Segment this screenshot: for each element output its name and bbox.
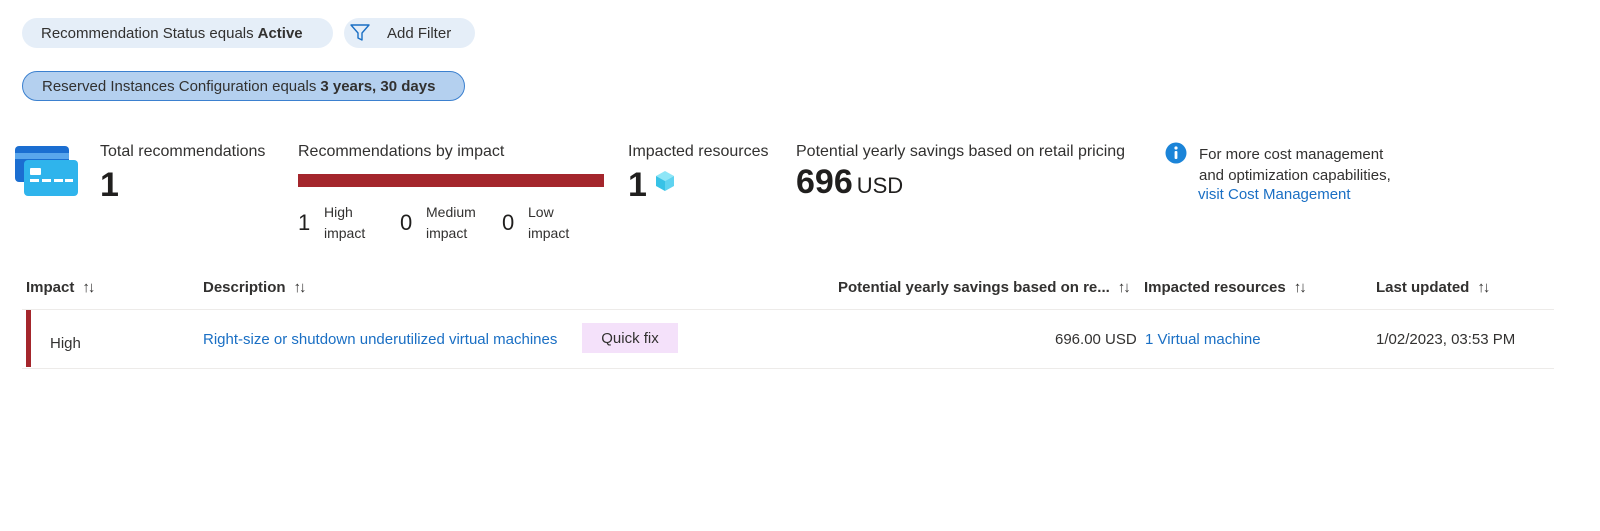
filter-icon [349, 23, 371, 43]
column-header-impact-label: Impact [26, 279, 75, 296]
filter-pill-reserved-instances[interactable]: Reserved Instances Configuration equals … [22, 71, 465, 101]
column-header-impact[interactable]: Impact ↑↓ [26, 279, 95, 296]
table-row-divider [22, 368, 1554, 369]
impacted-resources-label: Impacted resources [628, 143, 769, 160]
row-impacted-resources-link[interactable]: 1 Virtual machine [1145, 331, 1261, 348]
column-header-description-label: Description [203, 279, 286, 296]
high-impact-label: High impact [324, 204, 366, 241]
savings-unit: USD [856, 173, 904, 198]
medium-impact-label: Medium impact [426, 204, 476, 241]
column-header-last-updated[interactable]: Last updated ↑↓ [1376, 279, 1490, 296]
add-filter-button[interactable]: Add Filter [344, 18, 475, 48]
column-header-updated-label: Last updated [1376, 279, 1470, 296]
info-icon [1165, 142, 1187, 169]
savings-amount: 696 [796, 163, 853, 201]
high-impact-count: 1 [298, 210, 311, 235]
info-line-1: For more cost management [1199, 146, 1384, 163]
quick-fix-button[interactable]: Quick fix [582, 323, 678, 353]
column-header-savings-label: Potential yearly savings based on re... [838, 279, 1110, 296]
column-header-impacted-resources[interactable]: Impacted resources ↑↓ [1144, 279, 1307, 296]
filter-pill-status[interactable]: Recommendation Status equals Active [22, 18, 333, 48]
filter-status-text: Recommendation Status equals [41, 24, 254, 42]
row-impact: High [50, 335, 81, 352]
sort-icon: ↑↓ [293, 279, 307, 296]
row-last-updated: 1/02/2023, 03:53 PM [1376, 331, 1516, 348]
sort-icon: ↑↓ [1117, 279, 1131, 296]
row-description-link[interactable]: Right-size or shutdown underutilized vir… [203, 331, 557, 348]
impacted-resources-value: 1 [628, 166, 647, 204]
add-filter-label: Add Filter [387, 24, 452, 42]
low-impact-label: Low impact [528, 204, 570, 241]
column-header-savings[interactable]: Potential yearly savings based on re... … [838, 279, 1131, 296]
table-header-divider [22, 309, 1554, 310]
low-impact-count: 0 [502, 210, 515, 235]
total-recommendations-label: Total recommendations [100, 143, 266, 160]
high-impact-marker [26, 310, 31, 367]
visit-cost-management-link[interactable]: visit Cost Management [1198, 186, 1351, 203]
potential-savings-label: Potential yearly savings based on retail… [796, 143, 1126, 160]
medium-impact-count: 0 [400, 210, 413, 235]
cost-management-info: For more cost management and optimizatio… [1199, 144, 1391, 186]
sort-icon: ↑↓ [1293, 279, 1307, 296]
potential-savings-value: 696 USD [796, 165, 903, 199]
filter-status-value: Active [257, 24, 303, 42]
filter-ri-text: Reserved Instances Configuration equals [42, 77, 317, 95]
total-recommendations-value: 1 [100, 166, 119, 204]
column-header-resources-label: Impacted resources [1144, 279, 1286, 296]
info-line-2: and optimization capabilities, [1199, 167, 1391, 184]
filter-ri-value: 3 years, 30 days [320, 77, 436, 95]
row-savings: 696.00 USD [1055, 331, 1137, 348]
credit-card-icon [15, 144, 79, 203]
recommendations-by-impact-label: Recommendations by impact [298, 143, 505, 160]
sort-icon: ↑↓ [1477, 279, 1490, 296]
column-header-description[interactable]: Description ↑↓ [203, 279, 307, 296]
sort-icon: ↑↓ [82, 279, 95, 296]
cube-icon [654, 170, 676, 197]
impact-bar [298, 174, 604, 187]
